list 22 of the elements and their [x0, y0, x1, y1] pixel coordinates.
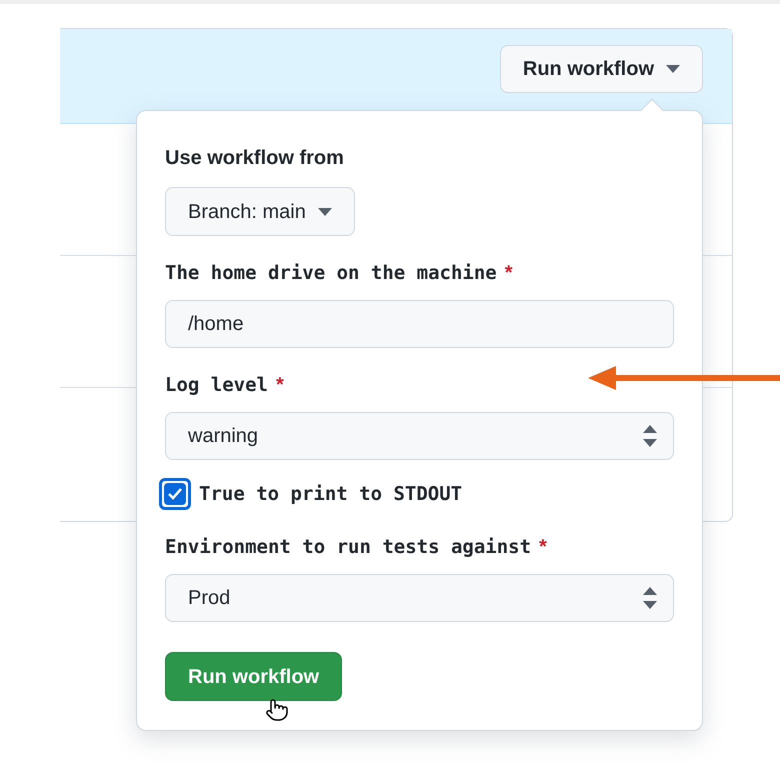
required-mark: *: [504, 261, 513, 286]
arrow-icon: [588, 366, 780, 390]
up-down-icon: [643, 425, 657, 447]
branch-select-button[interactable]: Branch: main: [165, 187, 355, 236]
checkbox-label: True to print to STDOUT: [199, 482, 462, 507]
checkbox[interactable]: [159, 478, 191, 510]
required-mark: *: [276, 373, 284, 398]
run-workflow-dropdown-button[interactable]: Run workflow: [500, 45, 703, 93]
select-field[interactable]: warning: [165, 412, 674, 460]
field-label: The home drive on the machine: [165, 261, 497, 286]
caret-icon: [318, 208, 332, 216]
up-down-icon: [643, 587, 657, 609]
check-icon: [167, 487, 183, 501]
section-title: Use workflow from: [165, 146, 345, 171]
text-field[interactable]: /home: [165, 300, 674, 348]
select-field[interactable]: Prod: [165, 574, 674, 622]
required-mark: *: [539, 535, 547, 560]
field-label: Environment to run tests against: [165, 535, 532, 560]
run-workflow-button[interactable]: Run workflow: [165, 652, 342, 701]
caret-icon: [666, 65, 680, 73]
field-label: Log level: [165, 373, 268, 398]
pointer-cursor-icon: [265, 698, 289, 722]
